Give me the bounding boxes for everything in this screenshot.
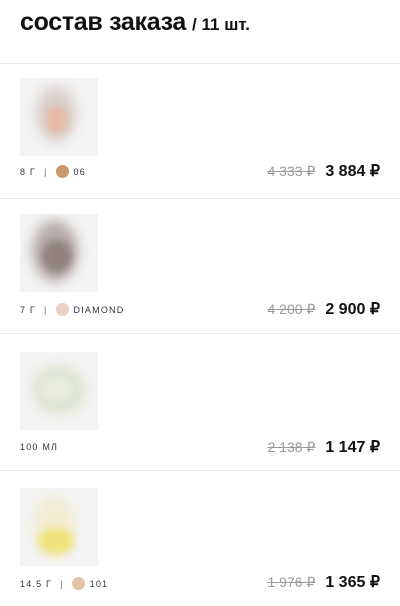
- product-prices: 4 200 ₽ 2 900 ₽: [267, 299, 380, 319]
- order-header: состав заказа / 11 шт.: [20, 8, 250, 48]
- old-price: 1 976 ₽: [267, 573, 316, 590]
- shade-swatch: [55, 303, 69, 316]
- product-prices: 2 138 ₽ 1 147 ₽: [267, 437, 380, 457]
- product-meta: 100 МЛ: [20, 442, 58, 452]
- product-prices: 1 976 ₽ 1 365 ₽: [267, 572, 380, 592]
- product-meta: 7 Г | DIAMOND: [20, 303, 124, 316]
- divider: [0, 198, 400, 199]
- meta-separator: |: [43, 304, 48, 315]
- product-size: 8 Г: [20, 166, 36, 177]
- page-title: состав заказа: [20, 8, 187, 36]
- old-price: 4 200 ₽: [267, 300, 316, 317]
- product-shade: DIAMOND: [73, 304, 125, 315]
- shade-swatch: [55, 165, 69, 178]
- current-price: 3 884 ₽: [325, 163, 380, 180]
- shade-swatch: [71, 577, 85, 590]
- current-price: 1 365 ₽: [325, 574, 380, 591]
- product-image[interactable]: [20, 352, 98, 430]
- old-price: 2 138 ₽: [267, 438, 316, 455]
- product-size: 14.5 Г: [20, 578, 53, 589]
- product-meta: 8 Г | 06: [20, 165, 86, 178]
- meta-separator: |: [43, 166, 48, 177]
- divider: [0, 333, 400, 334]
- product-shade: 06: [73, 166, 86, 177]
- product-image[interactable]: [20, 488, 98, 566]
- product-shade: 101: [89, 578, 109, 589]
- product-prices: 4 333 ₽ 3 884 ₽: [267, 161, 380, 181]
- current-price: 1 147 ₽: [325, 439, 380, 456]
- item-count: / 11 шт.: [192, 15, 250, 34]
- product-image[interactable]: [20, 78, 98, 156]
- divider: [0, 470, 400, 471]
- product-meta: 14.5 Г | 101: [20, 577, 108, 590]
- meta-separator: |: [60, 578, 64, 589]
- product-size: 7 Г: [20, 304, 36, 315]
- product-image[interactable]: [20, 214, 98, 292]
- old-price: 4 333 ₽: [267, 162, 316, 179]
- divider: [0, 63, 400, 64]
- product-size: 100 МЛ: [20, 442, 59, 452]
- current-price: 2 900 ₽: [325, 301, 380, 318]
